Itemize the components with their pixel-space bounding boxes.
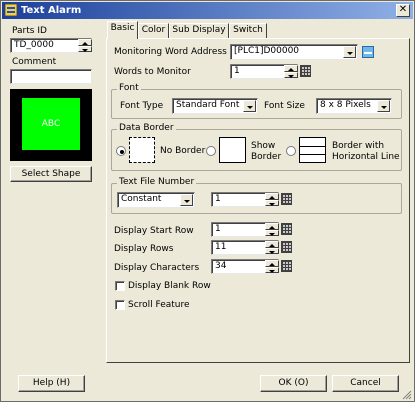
- scroll-feature-label: Scroll Feature: [128, 300, 190, 310]
- title-bar: Text Alarm ✕: [2, 2, 413, 19]
- parts-id-value: TD_0000: [14, 40, 54, 50]
- font-type-value: Standard Font: [176, 100, 240, 110]
- chevron-down-icon[interactable]: [243, 100, 256, 112]
- border-with-line-swatch[interactable]: [299, 137, 326, 163]
- close-icon: ✕: [398, 4, 408, 15]
- display-chars-spinner[interactable]: [265, 260, 279, 273]
- app-icon: [5, 4, 17, 16]
- text-file-number-spinner[interactable]: [265, 193, 279, 206]
- line-icon: [300, 154, 325, 155]
- font-size-combo[interactable]: 8 x 8 Pixels: [316, 98, 392, 114]
- display-rows-value: 11: [215, 242, 227, 252]
- text-file-number-group-label: Text File Number: [117, 177, 197, 188]
- data-border-group-label: Data Border: [117, 123, 176, 134]
- tab-basic[interactable]: Basic: [107, 21, 138, 39]
- spin-down-icon[interactable]: [265, 199, 279, 206]
- display-rows-label: Display Rows: [114, 244, 174, 254]
- address-picker-icon[interactable]: [362, 46, 374, 58]
- spin-down-icon[interactable]: [265, 229, 279, 236]
- line-icon: [300, 146, 325, 147]
- text-file-mode-combo[interactable]: Constant: [117, 192, 195, 208]
- spin-down-icon[interactable]: [284, 71, 298, 78]
- monitor-address-value: [PLC1]D00000: [234, 46, 300, 56]
- no-border-label: No Border: [160, 146, 206, 156]
- font-type-label: Font Type: [120, 101, 164, 111]
- spin-down-icon[interactable]: [265, 266, 279, 273]
- font-size-value: 8 x 8 Pixels: [320, 100, 371, 110]
- keypad-icon[interactable]: [281, 241, 292, 253]
- display-start-row-label: Display Start Row: [114, 226, 194, 236]
- words-to-monitor-value: 1: [234, 66, 240, 76]
- ok-button[interactable]: OK (O): [260, 375, 327, 392]
- border-with-line-radio[interactable]: [286, 146, 296, 156]
- parts-id-spinner[interactable]: [78, 39, 92, 52]
- spin-down-icon[interactable]: [78, 45, 92, 52]
- select-shape-button[interactable]: Select Shape: [10, 166, 92, 182]
- font-group-label: Font: [117, 83, 141, 94]
- keypad-icon[interactable]: [281, 260, 292, 272]
- spin-down-icon[interactable]: [265, 247, 279, 254]
- keypad-icon[interactable]: [300, 65, 311, 77]
- keypad-icon[interactable]: [281, 223, 292, 235]
- display-chars-label: Display Characters: [114, 263, 200, 273]
- text-file-number-value: 1: [215, 194, 221, 204]
- show-border-label: Show Border: [251, 141, 282, 162]
- show-border-swatch[interactable]: [219, 137, 246, 163]
- window-title: Text Alarm: [21, 5, 82, 16]
- display-chars-value: 34: [215, 261, 227, 271]
- text-alarm-dialog: Text Alarm ✕ Parts ID TD_0000 Comment AB…: [0, 0, 415, 402]
- show-border-radio[interactable]: [206, 146, 216, 156]
- font-type-combo[interactable]: Standard Font: [172, 98, 258, 114]
- no-border-swatch[interactable]: [129, 137, 155, 163]
- tab-sub-display[interactable]: Sub Display: [169, 23, 229, 38]
- chevron-down-icon[interactable]: [180, 194, 193, 206]
- display-blank-row-checkbox[interactable]: [115, 281, 125, 291]
- tab-color[interactable]: Color: [138, 23, 169, 38]
- words-to-monitor-spinner[interactable]: [284, 65, 298, 78]
- preview-text: ABC: [41, 119, 61, 129]
- scroll-feature-checkbox[interactable]: [115, 300, 125, 310]
- border-with-line-label: Border with Horizontal Line: [332, 141, 400, 162]
- chevron-down-icon[interactable]: [343, 46, 356, 58]
- font-size-label: Font Size: [264, 101, 305, 111]
- display-rows-spinner[interactable]: [265, 241, 279, 254]
- chevron-down-icon[interactable]: [377, 100, 390, 112]
- tab-switch[interactable]: Switch: [229, 23, 267, 38]
- keypad-icon[interactable]: [281, 193, 292, 205]
- help-button[interactable]: Help (H): [18, 375, 85, 392]
- display-start-row-value: 1: [215, 224, 221, 234]
- monitor-address-label: Monitoring Word Address: [114, 47, 227, 57]
- cancel-button[interactable]: Cancel: [332, 375, 399, 392]
- shape-preview: ABC: [10, 89, 92, 161]
- words-to-monitor-label: Words to Monitor: [114, 67, 191, 77]
- display-blank-row-label: Display Blank Row: [128, 281, 211, 291]
- comment-field[interactable]: [10, 69, 92, 84]
- close-button[interactable]: ✕: [396, 4, 410, 17]
- display-start-row-spinner[interactable]: [265, 223, 279, 236]
- text-file-mode-value: Constant: [121, 194, 162, 204]
- comment-label: Comment: [12, 57, 57, 67]
- parts-id-label: Parts ID: [12, 26, 47, 36]
- preview-lamp: ABC: [22, 98, 80, 150]
- no-border-radio[interactable]: [116, 146, 126, 156]
- monitor-address-combo[interactable]: [PLC1]D00000: [230, 44, 358, 60]
- resize-grip-icon[interactable]: [402, 390, 412, 400]
